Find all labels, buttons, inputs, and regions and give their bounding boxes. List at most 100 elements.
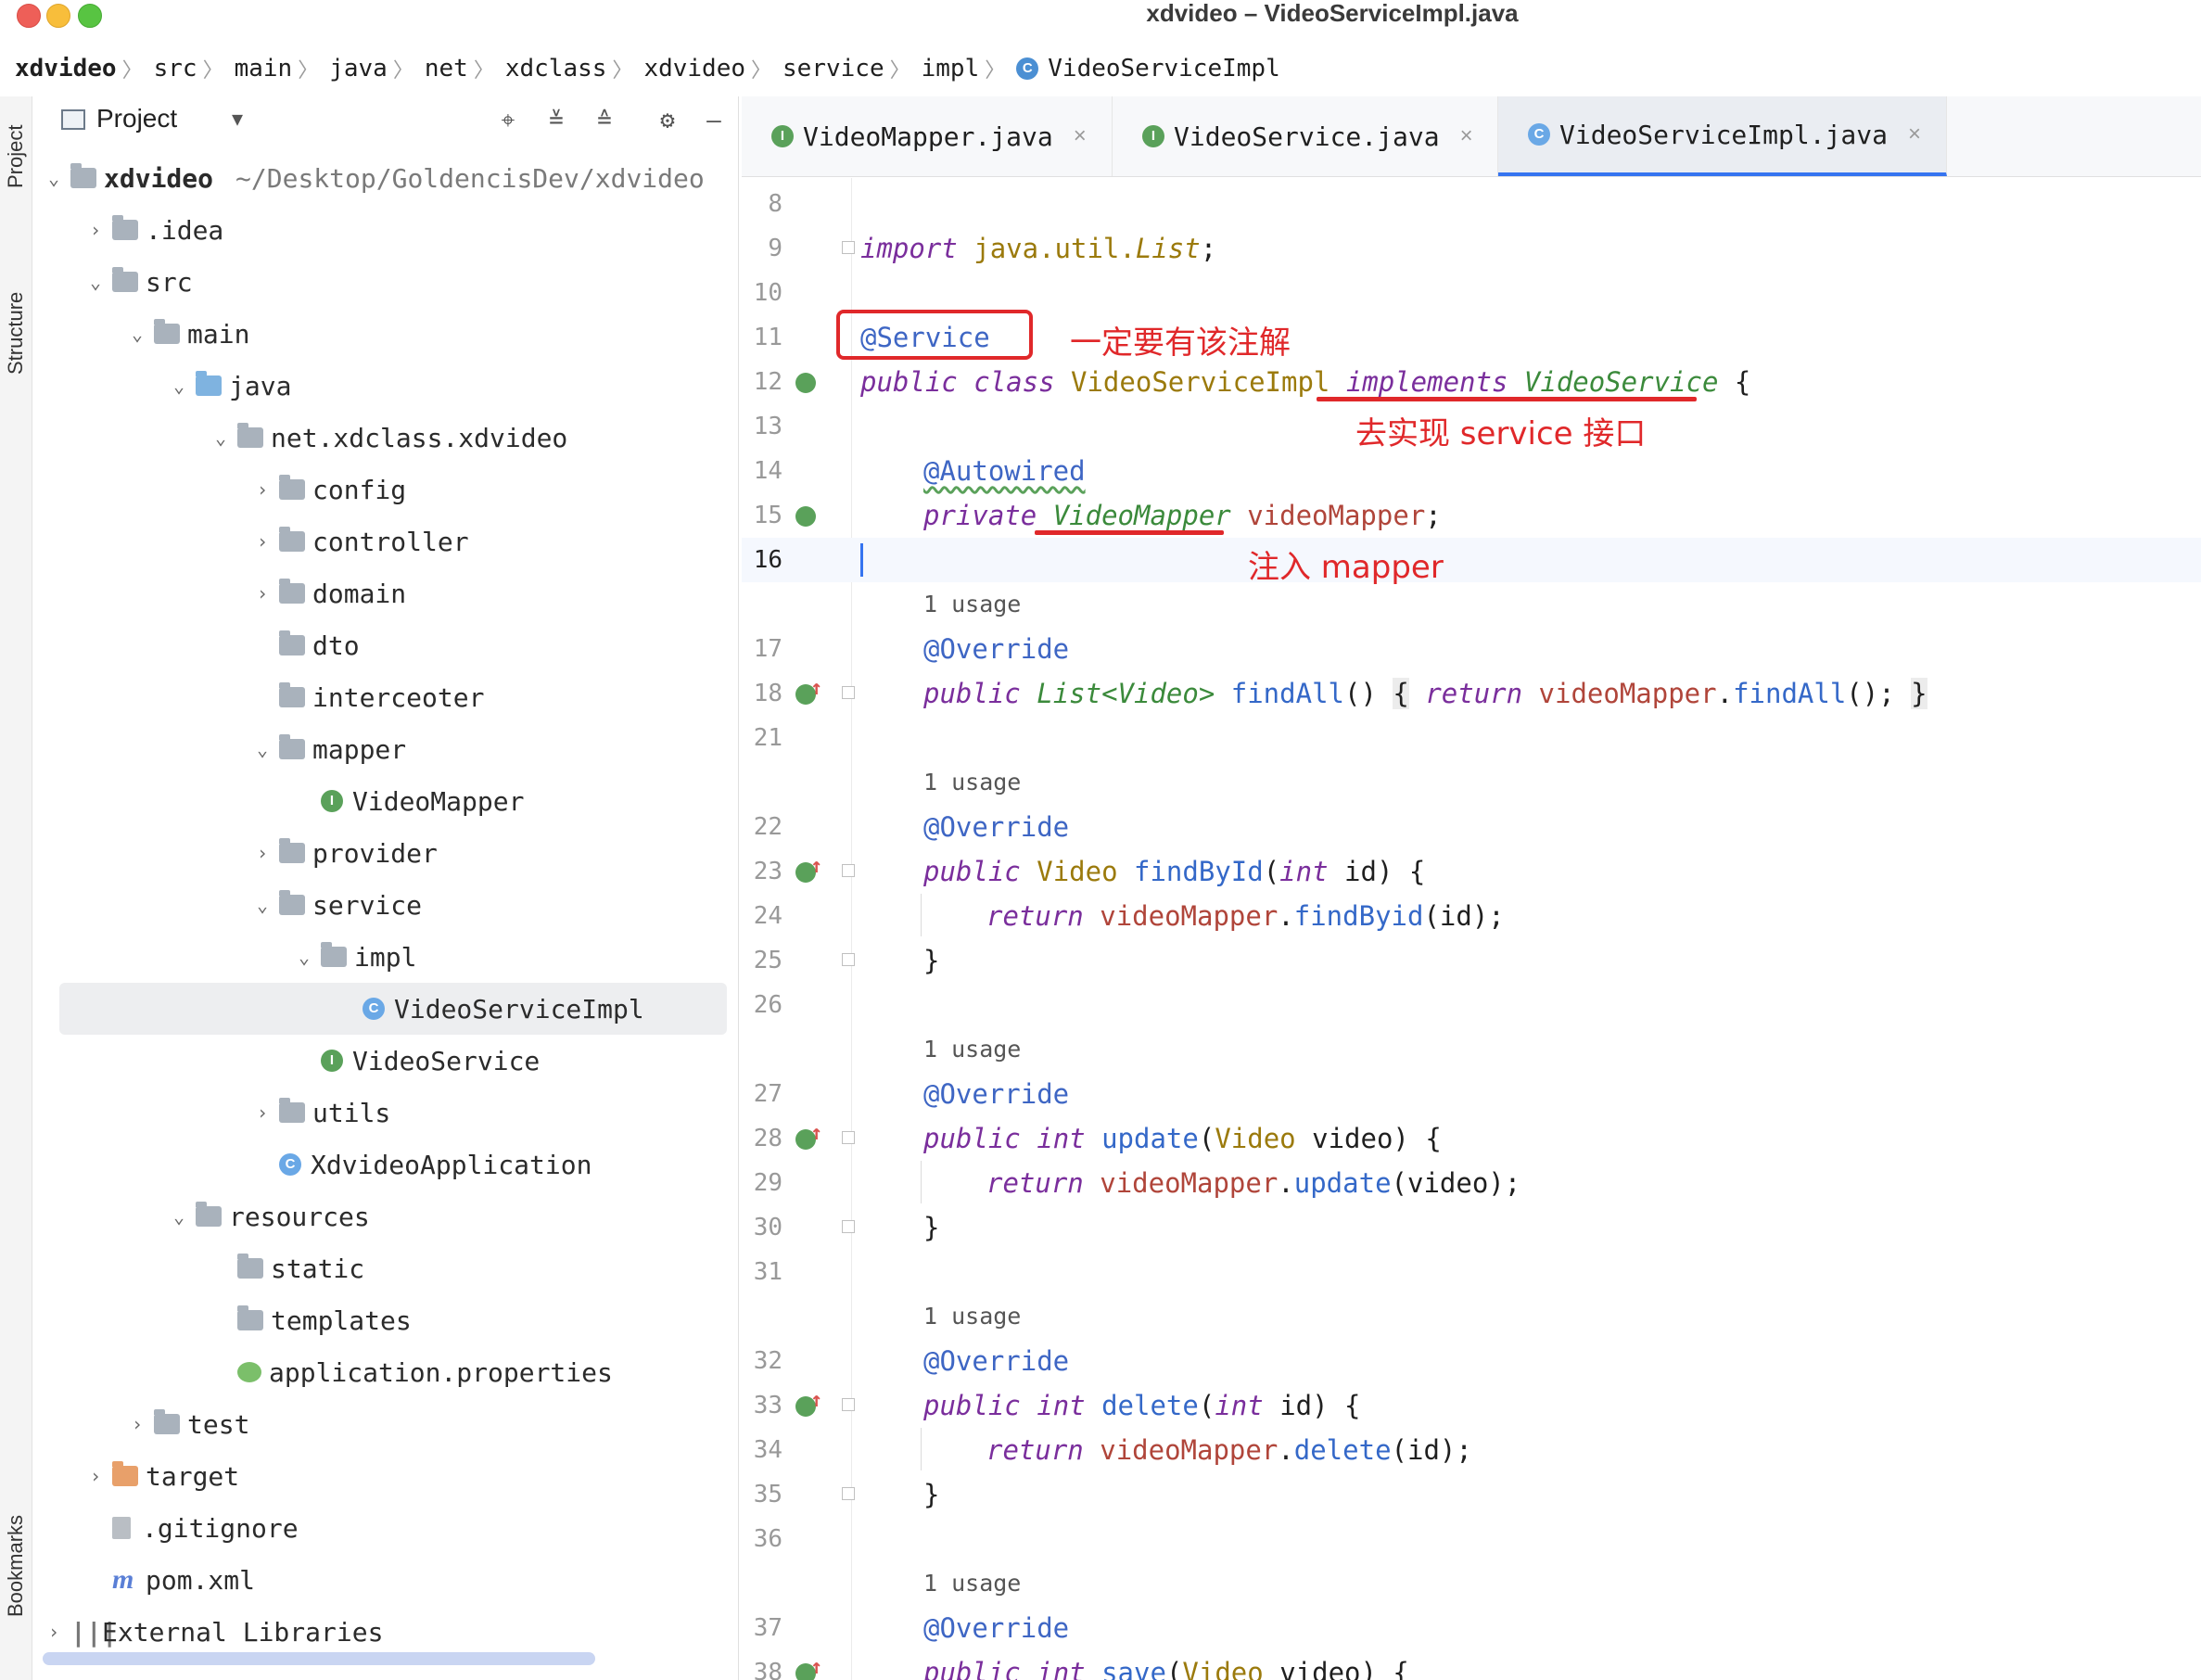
breadcrumb-item[interactable]: xdvideo <box>643 55 745 83</box>
chevron-down-icon[interactable]: ⌄ <box>84 271 107 293</box>
implements-method-icon[interactable] <box>795 855 822 883</box>
breadcrumb-item[interactable]: VideoServiceImpl <box>1048 55 1279 83</box>
project-tool-tab[interactable]: Project <box>0 106 32 208</box>
chevron-right-icon[interactable]: › <box>43 1621 65 1643</box>
tree-item[interactable]: ⌄ service <box>33 879 719 931</box>
fold-icon[interactable] <box>842 686 855 699</box>
close-icon[interactable]: × <box>1074 123 1087 149</box>
implements-method-icon[interactable] <box>795 1122 822 1150</box>
horizontal-scrollbar[interactable] <box>43 1652 595 1665</box>
tree-item[interactable]: ⌄ xdvideo ~/Desktop/GoldencisDev/xdvideo <box>33 152 719 204</box>
breadcrumb-item[interactable]: src <box>154 55 197 83</box>
usage-count[interactable]: 1 usage <box>923 1561 1021 1606</box>
chevron-down-icon[interactable]: ⌄ <box>126 323 148 345</box>
tree-item[interactable]: ⌄ impl <box>33 931 719 983</box>
tree-item[interactable]: › ||| External Libraries <box>33 1606 719 1658</box>
tree-item[interactable]: › config <box>33 464 719 515</box>
line-number: 38 <box>753 1659 782 1680</box>
fold-icon[interactable] <box>842 1398 855 1411</box>
source-folder-icon <box>196 371 222 396</box>
implements-method-icon[interactable] <box>795 1656 822 1680</box>
breadcrumb-item[interactable]: xdclass <box>505 55 607 83</box>
tree-item[interactable]: C VideoServiceImpl <box>59 983 727 1035</box>
tree-item[interactable]: › controller <box>33 515 719 567</box>
collapse-all-icon[interactable]: ≙ <box>590 106 619 135</box>
project-panel-title[interactable]: Project <box>96 104 177 134</box>
tree-item[interactable]: › test <box>33 1398 719 1450</box>
hide-panel-icon[interactable]: — <box>699 106 729 135</box>
close-icon[interactable]: × <box>1460 123 1473 149</box>
fold-icon[interactable] <box>842 1131 855 1144</box>
tab-videoservice[interactable]: I VideoService.java × <box>1113 96 1498 176</box>
spring-bean-icon[interactable] <box>795 373 816 393</box>
implements-method-icon[interactable] <box>795 677 822 705</box>
resources-folder-icon <box>196 1202 222 1227</box>
tree-item[interactable]: › domain <box>33 567 719 619</box>
implements-method-icon[interactable] <box>795 1389 822 1417</box>
fold-icon[interactable] <box>842 241 855 254</box>
locate-file-icon[interactable]: ⌖ <box>493 106 523 135</box>
gear-icon[interactable]: ⚙ <box>653 106 682 135</box>
tree-item[interactable]: I VideoService <box>33 1035 719 1087</box>
chevron-down-icon[interactable]: ⌄ <box>251 738 274 760</box>
tree-item[interactable]: .gitignore <box>33 1502 719 1554</box>
breadcrumb-item[interactable]: java <box>329 55 388 83</box>
fold-icon[interactable] <box>842 864 855 877</box>
tree-item[interactable]: m pom.xml <box>33 1554 719 1606</box>
breadcrumb-item[interactable]: service <box>782 55 884 83</box>
tree-item[interactable]: ⌄ java <box>33 360 719 412</box>
breadcrumb-item[interactable]: impl <box>922 55 980 83</box>
tree-item[interactable]: templates <box>33 1294 719 1346</box>
tree-item[interactable]: C XdvideoApplication <box>33 1139 719 1190</box>
fold-icon[interactable] <box>842 953 855 966</box>
chevron-right-icon[interactable]: › <box>251 842 274 864</box>
tree-item[interactable]: › provider <box>33 827 719 879</box>
tree-item[interactable]: static <box>33 1242 719 1294</box>
usage-count[interactable]: 1 usage <box>923 582 1021 627</box>
tree-item[interactable]: interceoter <box>33 671 719 723</box>
close-icon[interactable]: × <box>1908 121 1921 147</box>
chevron-down-icon[interactable]: ⌄ <box>293 946 315 968</box>
chevron-right-icon[interactable]: › <box>251 478 274 501</box>
tab-videoserviceimpl[interactable]: C VideoServiceImpl.java × <box>1498 96 1947 176</box>
chevron-down-icon[interactable]: ▼ <box>232 108 243 130</box>
fold-icon[interactable] <box>842 1487 855 1500</box>
expand-all-icon[interactable]: ≚ <box>541 106 571 135</box>
chevron-right-icon[interactable]: › <box>251 530 274 553</box>
chevron-right-icon[interactable]: › <box>126 1413 148 1435</box>
usage-count[interactable]: 1 usage <box>923 760 1021 805</box>
chevron-right-icon[interactable]: › <box>251 582 274 605</box>
chevron-down-icon[interactable]: ⌄ <box>210 426 232 449</box>
tree-item[interactable]: application.properties <box>33 1346 719 1398</box>
chevron-right-icon[interactable]: › <box>84 1465 107 1487</box>
code-line: 21 <box>742 716 2201 760</box>
tree-item[interactable]: › utils <box>33 1087 719 1139</box>
tree-item[interactable]: ⌄ mapper <box>33 723 719 775</box>
tree-item[interactable]: ⌄ resources <box>33 1190 719 1242</box>
autowired-bean-icon[interactable] <box>795 506 816 527</box>
breadcrumb-item[interactable]: net <box>425 55 468 83</box>
chevron-down-icon[interactable]: ⌄ <box>251 894 274 916</box>
tree-item[interactable]: › target <box>33 1450 719 1502</box>
tree-item[interactable]: I VideoMapper <box>33 775 719 827</box>
chevron-down-icon[interactable]: ⌄ <box>168 375 190 397</box>
chevron-down-icon[interactable]: ⌄ <box>43 167 65 189</box>
tree-item[interactable]: › .idea <box>33 204 719 256</box>
breadcrumb-item[interactable]: xdvideo <box>15 55 117 83</box>
bookmarks-tool-tab[interactable]: Bookmarks <box>0 1487 32 1645</box>
tab-videomapper[interactable]: I VideoMapper.java × <box>742 96 1113 176</box>
tree-item[interactable]: ⌄ main <box>33 308 719 360</box>
usage-count[interactable]: 1 usage <box>923 1294 1021 1339</box>
code-lens: 1 usage <box>742 760 2201 805</box>
code-editor[interactable]: 8 9 import java.util.List; 10 11 @Servic… <box>742 178 2201 1680</box>
fold-icon[interactable] <box>842 1220 855 1233</box>
chevron-right-icon[interactable]: › <box>251 1101 274 1124</box>
structure-tool-tab[interactable]: Structure <box>0 263 32 402</box>
chevron-down-icon[interactable]: ⌄ <box>168 1205 190 1228</box>
tree-item[interactable]: ⌄ net.xdclass.xdvideo <box>33 412 719 464</box>
breadcrumb-item[interactable]: main <box>235 55 293 83</box>
tree-item[interactable]: dto <box>33 619 719 671</box>
tree-item[interactable]: ⌄ src <box>33 256 719 308</box>
chevron-right-icon[interactable]: › <box>84 219 107 241</box>
usage-count[interactable]: 1 usage <box>923 1027 1021 1072</box>
